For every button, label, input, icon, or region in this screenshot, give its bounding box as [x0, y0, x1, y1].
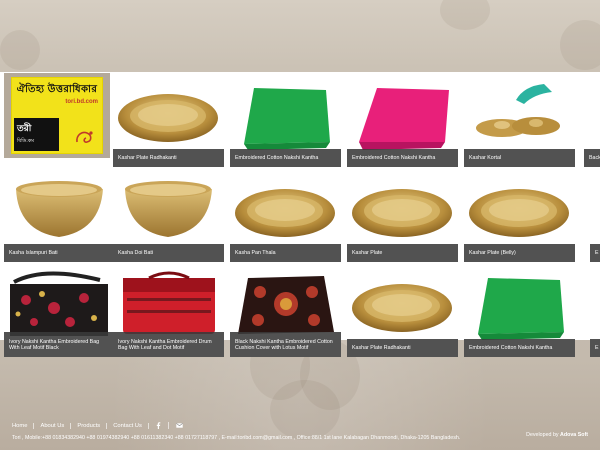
logo-panel: ঐতিহ্য উত্তরাধিকার tori.bd.com তরী বিডি.… [11, 77, 103, 154]
developer-credit: Developed by Adova Soft [526, 432, 588, 438]
product-name[interactable]: E [590, 339, 600, 357]
product-tile[interactable]: Kashar Plate Radhakanti [347, 270, 458, 357]
footer-link-products[interactable]: Products [71, 422, 108, 429]
product-tile[interactable]: Kashar Plate (Belly) [464, 175, 575, 262]
product-tile[interactable]: Kasha Doi Bati [113, 175, 224, 262]
product-tile[interactable]: Embroidered Cotton Nakshi Kantha [230, 80, 341, 167]
product-name[interactable]: Kashar Plate [347, 244, 458, 262]
product-tile[interactable]: Kashar Plate Radhakanti [113, 80, 224, 167]
product-image [590, 270, 600, 278]
footer-link-about[interactable]: About Us [34, 422, 72, 429]
product-name[interactable]: E [590, 244, 600, 262]
product-name[interactable]: Embroidered Cotton Nakshi Kantha [464, 339, 575, 357]
product-tile[interactable]: Black Nakshi Kantha Embroidered Cotton C… [230, 270, 341, 357]
product-tile[interactable]: Back [584, 80, 600, 167]
product-name[interactable]: Kashar Plate (Belly) [464, 244, 575, 262]
product-image [590, 175, 600, 183]
product-name[interactable]: Kasha Doi Bati [113, 244, 224, 262]
product-tile[interactable]: Ivory Nakshi Kantha Embroidered Bag With… [4, 270, 115, 357]
product-name[interactable]: Ivory Nakshi Kantha Embroidered Bag With… [4, 332, 115, 357]
product-tile[interactable]: Kashar Kortal [464, 80, 575, 167]
product-tile[interactable]: Embroidered Cotton Nakshi Kantha [464, 270, 575, 357]
product-name[interactable]: Kasha Pan Thala [230, 244, 341, 262]
product-tile[interactable]: E [590, 270, 600, 357]
developer-link[interactable]: Adova Soft [560, 432, 588, 438]
facebook-icon[interactable] [149, 422, 169, 429]
footer: Home About Us Products Contact Us Tori ,… [0, 415, 600, 450]
logo-title: ঐতিহ্য উত্তরাধিকার [16, 84, 98, 95]
logo-sub: বিডি.কম [17, 138, 34, 144]
product-name[interactable]: Ivory Nakshi Kantha Embroidered Drum Bag… [113, 332, 224, 357]
product-name[interactable]: Kashar Kortal [464, 149, 575, 167]
product-name[interactable]: Embroidered Cotton Nakshi Kantha [347, 149, 458, 167]
footer-link-home[interactable]: Home [12, 422, 35, 429]
product-tile[interactable]: Kashar Plate [347, 175, 458, 262]
product-tile[interactable]: Kasha Islampuri Bati [4, 175, 115, 262]
footer-nav: Home About Us Products Contact Us [12, 419, 588, 432]
header-band [0, 0, 600, 72]
product-tile[interactable]: E [590, 175, 600, 262]
product-name[interactable]: Kashar Plate Radhakanti [347, 339, 458, 357]
product-name[interactable]: Kasha Islampuri Bati [4, 244, 115, 262]
product-name[interactable]: Back [584, 149, 600, 167]
product-name[interactable]: Embroidered Cotton Nakshi Kantha [230, 149, 341, 167]
paisley-icon [76, 131, 93, 143]
product-tile[interactable]: Embroidered Cotton Nakshi Kantha [347, 80, 458, 167]
product-name[interactable]: Kashar Plate Radhakanti [113, 149, 224, 167]
product-image [584, 80, 600, 93]
logo-site: tori.bd.com [65, 99, 98, 105]
logo-brand: তরী [17, 123, 32, 133]
product-name[interactable]: Black Nakshi Kantha Embroidered Cotton C… [230, 332, 341, 357]
logo-brand-block: তরী বিডি.কম [14, 118, 59, 151]
footer-link-contact[interactable]: Contact Us [107, 422, 149, 429]
product-tile[interactable]: Ivory Nakshi Kantha Embroidered Drum Bag… [113, 270, 224, 357]
product-tile[interactable]: Kasha Pan Thala [230, 175, 341, 262]
footer-contact-info: Tori , Mobile:+88 01834382940 +88 019743… [12, 435, 461, 441]
developer-prefix: Developed by [526, 432, 559, 438]
site-logo[interactable]: ঐতিহ্য উত্তরাধিকার tori.bd.com তরী বিডি.… [4, 73, 110, 158]
email-icon[interactable] [169, 423, 190, 428]
